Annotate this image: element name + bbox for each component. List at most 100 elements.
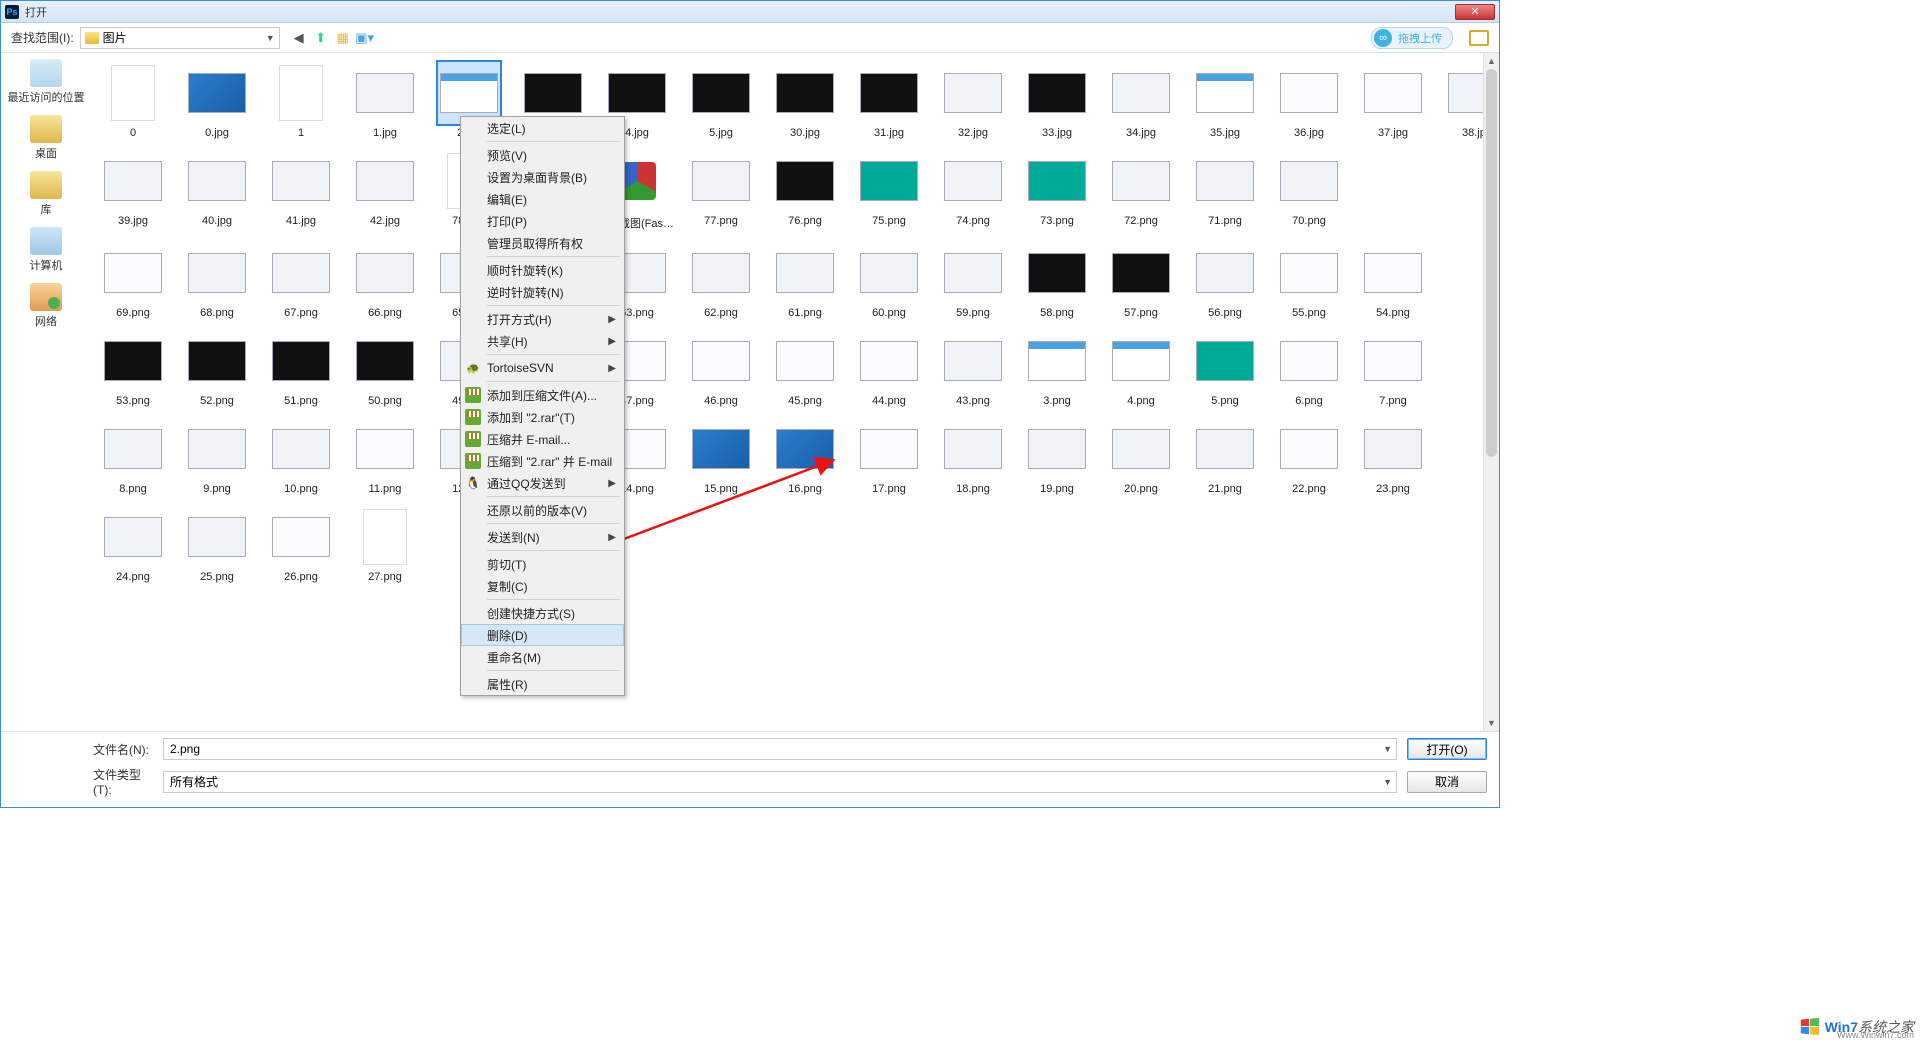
file-item[interactable]: 69.png bbox=[93, 241, 173, 319]
file-item[interactable]: 0 bbox=[93, 61, 173, 139]
file-item[interactable]: 59.png bbox=[933, 241, 1013, 319]
menu-item[interactable]: 打印(P) bbox=[461, 210, 624, 232]
file-item[interactable]: 4.png bbox=[1101, 329, 1181, 407]
file-item[interactable]: 32.jpg bbox=[933, 61, 1013, 139]
file-item[interactable]: 1 bbox=[261, 61, 341, 139]
file-item[interactable]: 60.png bbox=[849, 241, 929, 319]
file-item[interactable]: 23.png bbox=[1353, 417, 1433, 495]
file-item[interactable]: 22.png bbox=[1269, 417, 1349, 495]
file-item[interactable]: 3.png bbox=[1017, 329, 1097, 407]
file-item[interactable]: 45.png bbox=[765, 329, 845, 407]
file-item[interactable]: 21.png bbox=[1185, 417, 1265, 495]
file-item[interactable]: 54.png bbox=[1353, 241, 1433, 319]
file-item[interactable]: 34.jpg bbox=[1101, 61, 1181, 139]
menu-item[interactable]: 发送到(N)▶ bbox=[461, 526, 624, 548]
menu-item[interactable]: 重命名(M) bbox=[461, 646, 624, 668]
file-item[interactable]: 1.jpg bbox=[345, 61, 425, 139]
file-item[interactable]: 38.jpg bbox=[1437, 61, 1483, 139]
scroll-up-arrow[interactable]: ▲ bbox=[1484, 53, 1499, 69]
context-menu[interactable]: 选定(L)预览(V)设置为桌面背景(B)编辑(E)打印(P)管理员取得所有权顺时… bbox=[460, 116, 625, 696]
menu-item[interactable]: 通过QQ发送到▶ bbox=[461, 472, 624, 494]
file-item[interactable]: 74.png bbox=[933, 149, 1013, 231]
menu-item[interactable]: 添加到压缩文件(A)... bbox=[461, 384, 624, 406]
file-item[interactable]: 57.png bbox=[1101, 241, 1181, 319]
sidebar-item-network[interactable]: 网络 bbox=[30, 283, 62, 329]
vertical-scrollbar[interactable]: ▲ ▼ bbox=[1483, 53, 1499, 731]
titlebar[interactable]: Ps 打开 ✕ bbox=[1, 1, 1499, 23]
file-item[interactable]: 53.png bbox=[93, 329, 173, 407]
file-item[interactable]: 41.jpg bbox=[261, 149, 341, 231]
file-item[interactable]: 16.png bbox=[765, 417, 845, 495]
file-item[interactable]: 67.png bbox=[261, 241, 341, 319]
file-item[interactable]: 58.png bbox=[1017, 241, 1097, 319]
menu-item[interactable]: 打开方式(H)▶ bbox=[461, 308, 624, 330]
file-item[interactable]: 25.png bbox=[177, 505, 257, 583]
filename-input[interactable]: 2.png ▼ bbox=[163, 738, 1397, 760]
menu-item[interactable]: 顺时针旋转(K) bbox=[461, 259, 624, 281]
file-item[interactable]: 5.png bbox=[1185, 329, 1265, 407]
file-item[interactable]: 20.png bbox=[1101, 417, 1181, 495]
cancel-button[interactable]: 取消 bbox=[1407, 771, 1487, 793]
camera-icon[interactable] bbox=[1469, 30, 1489, 46]
file-item[interactable]: 75.png bbox=[849, 149, 929, 231]
file-item[interactable]: 19.png bbox=[1017, 417, 1097, 495]
file-item[interactable]: 43.png bbox=[933, 329, 1013, 407]
file-item[interactable]: 11.png bbox=[345, 417, 425, 495]
menu-item[interactable]: 选定(L) bbox=[461, 117, 624, 139]
file-item[interactable]: 62.png bbox=[681, 241, 761, 319]
file-item[interactable]: 30.jpg bbox=[765, 61, 845, 139]
up-button[interactable]: ⬆ bbox=[312, 29, 330, 47]
file-item[interactable]: 0.jpg bbox=[177, 61, 257, 139]
scrollbar-thumb[interactable] bbox=[1486, 69, 1497, 457]
menu-item[interactable]: 还原以前的版本(V) bbox=[461, 499, 624, 521]
menu-item[interactable]: 属性(R) bbox=[461, 673, 624, 695]
file-item[interactable]: 56.png bbox=[1185, 241, 1265, 319]
scroll-down-arrow[interactable]: ▼ bbox=[1484, 715, 1499, 731]
upload-button[interactable]: ∞ 拖拽上传 bbox=[1371, 27, 1453, 49]
menu-item[interactable]: 复制(C) bbox=[461, 575, 624, 597]
file-item[interactable]: 24.png bbox=[93, 505, 173, 583]
sidebar-item-recent[interactable]: 最近访问的位置 bbox=[8, 59, 85, 105]
file-item[interactable]: 39.jpg bbox=[93, 149, 173, 231]
file-item[interactable]: 46.png bbox=[681, 329, 761, 407]
file-item[interactable]: 31.jpg bbox=[849, 61, 929, 139]
file-item[interactable]: 71.png bbox=[1185, 149, 1265, 231]
file-item[interactable]: 17.png bbox=[849, 417, 929, 495]
menu-item[interactable]: 压缩到 "2.rar" 并 E-mail bbox=[461, 450, 624, 472]
sidebar-item-library[interactable]: 库 bbox=[30, 171, 62, 217]
menu-item[interactable]: 添加到 "2.rar"(T) bbox=[461, 406, 624, 428]
file-item[interactable]: 8.png bbox=[93, 417, 173, 495]
menu-item[interactable]: 管理员取得所有权 bbox=[461, 232, 624, 254]
file-item[interactable]: 77.png bbox=[681, 149, 761, 231]
view-menu-button[interactable]: ▣▾ bbox=[356, 29, 374, 47]
look-in-dropdown[interactable]: 图片 ▼ bbox=[80, 27, 280, 49]
file-list-area[interactable]: 0 0.jpg 1 1.jpg 2.jpg 3.jpg 4.jpg 5.jpg … bbox=[91, 53, 1483, 731]
menu-item[interactable]: 创建快捷方式(S) bbox=[461, 602, 624, 624]
menu-item[interactable]: TortoiseSVN▶ bbox=[461, 357, 624, 379]
menu-item[interactable]: 设置为桌面背景(B) bbox=[461, 166, 624, 188]
file-item[interactable]: 42.jpg bbox=[345, 149, 425, 231]
new-folder-button[interactable]: ▦ bbox=[334, 29, 352, 47]
open-button[interactable]: 打开(O) bbox=[1407, 738, 1487, 760]
file-item[interactable]: 7.png bbox=[1353, 329, 1433, 407]
file-item[interactable]: 51.png bbox=[261, 329, 341, 407]
file-item[interactable]: 27.png bbox=[345, 505, 425, 583]
chevron-down-icon[interactable]: ▼ bbox=[1383, 744, 1392, 754]
file-item[interactable]: 72.png bbox=[1101, 149, 1181, 231]
file-item[interactable]: 15.png bbox=[681, 417, 761, 495]
file-item[interactable]: 36.jpg bbox=[1269, 61, 1349, 139]
file-item[interactable]: 26.png bbox=[261, 505, 341, 583]
file-item[interactable]: 10.png bbox=[261, 417, 341, 495]
file-item[interactable]: 33.jpg bbox=[1017, 61, 1097, 139]
menu-item[interactable]: 压缩并 E-mail... bbox=[461, 428, 624, 450]
menu-item[interactable]: 剪切(T) bbox=[461, 553, 624, 575]
file-item[interactable]: 5.jpg bbox=[681, 61, 761, 139]
file-item[interactable]: 9.png bbox=[177, 417, 257, 495]
file-item[interactable]: 61.png bbox=[765, 241, 845, 319]
file-item[interactable]: 76.png bbox=[765, 149, 845, 231]
file-item[interactable]: 18.png bbox=[933, 417, 1013, 495]
chevron-down-icon[interactable]: ▼ bbox=[1383, 777, 1392, 787]
file-item[interactable]: 66.png bbox=[345, 241, 425, 319]
file-item[interactable]: 37.jpg bbox=[1353, 61, 1433, 139]
file-item[interactable]: 40.jpg bbox=[177, 149, 257, 231]
